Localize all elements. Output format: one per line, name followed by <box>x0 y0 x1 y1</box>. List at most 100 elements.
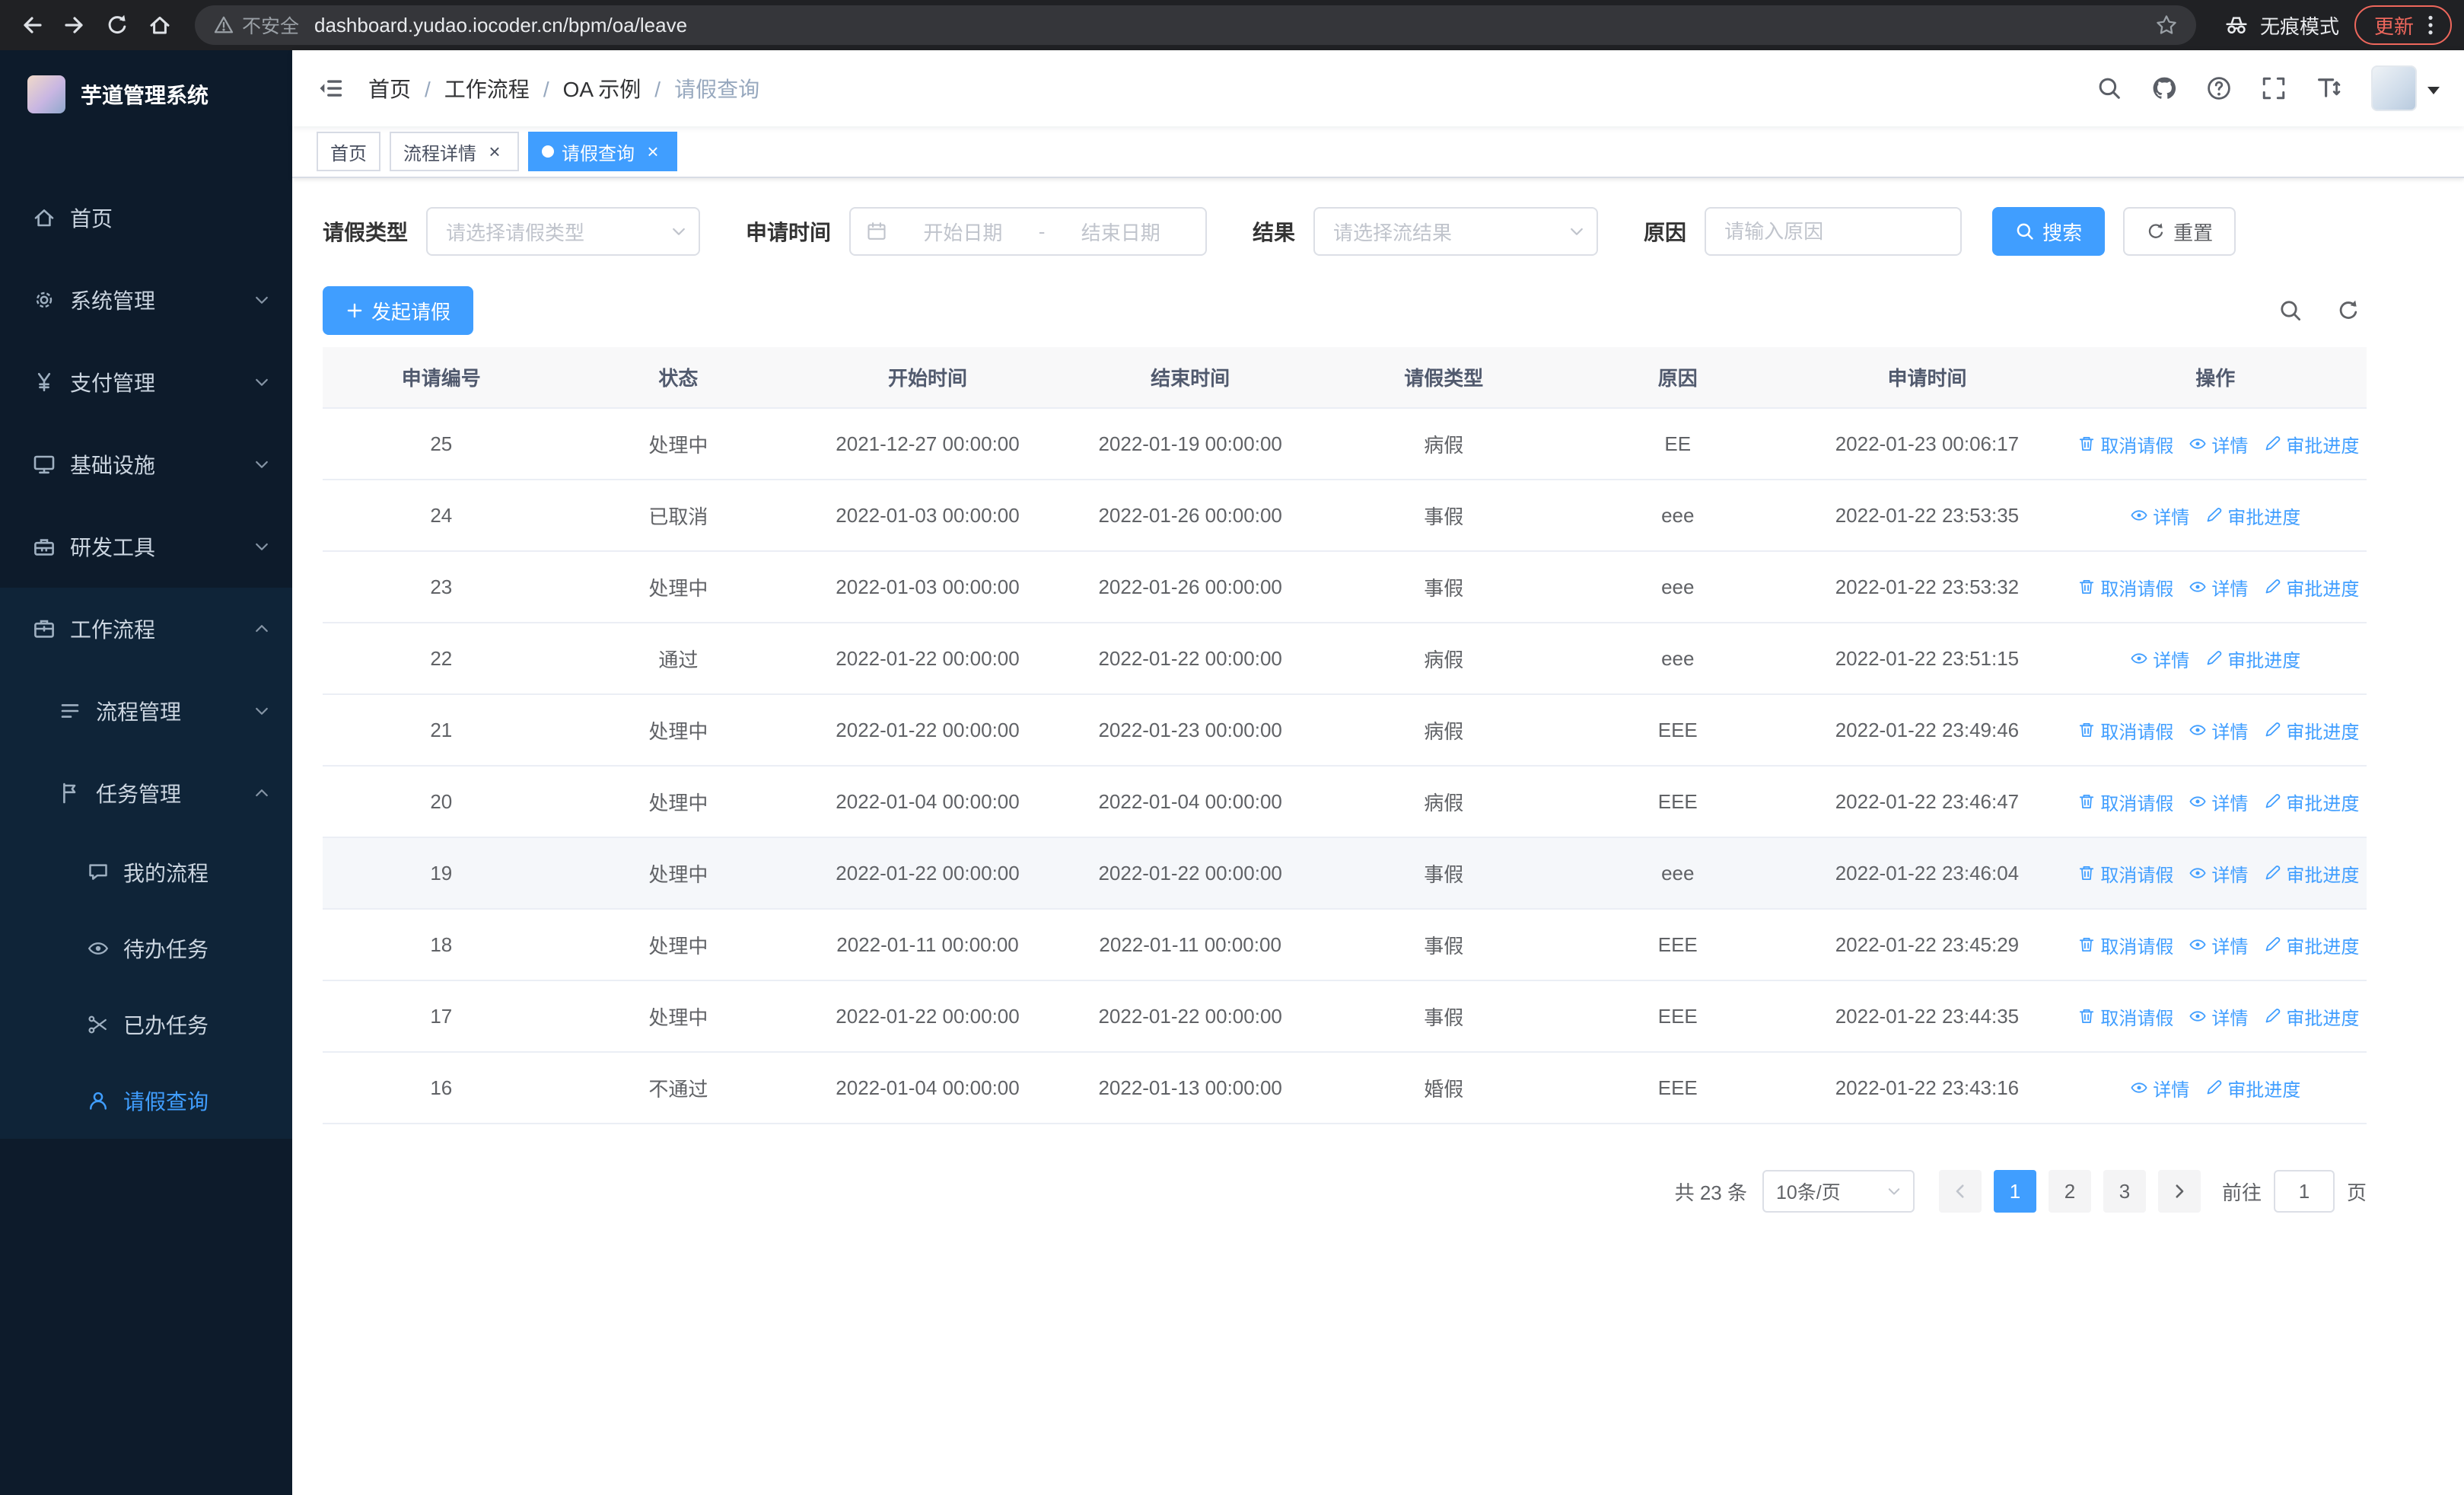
cell-apply-time: 2022-01-22 23:43:16 <box>1790 1052 2064 1124</box>
table-toolbar: 发起请假 <box>323 286 2367 335</box>
cancel-leave-action[interactable]: 取消请假 <box>2077 789 2173 815</box>
sidebar-item-dev-tools[interactable]: 研发工具 <box>0 505 292 588</box>
detail-action[interactable]: 详情 <box>2130 645 2189 672</box>
breadcrumb-workflow[interactable]: 工作流程 <box>411 73 530 104</box>
sidebar-item-done-tasks[interactable]: 已办任务 <box>0 987 292 1063</box>
prev-page-button[interactable] <box>1938 1170 1982 1213</box>
detail-action[interactable]: 详情 <box>2130 502 2189 529</box>
cancel-leave-action[interactable]: 取消请假 <box>2077 431 2173 457</box>
page-button-1[interactable]: 1 <box>1993 1170 2036 1213</box>
reset-button[interactable]: 重置 <box>2123 207 2236 256</box>
back-button[interactable] <box>12 5 52 45</box>
approval-progress-action[interactable]: 审批进度 <box>2205 1075 2300 1101</box>
leave-type-select[interactable]: 请选择请假类型 <box>426 207 701 256</box>
font-size-icon[interactable] <box>2304 64 2353 113</box>
sidebar-item-infrastructure[interactable]: 基础设施 <box>0 423 292 505</box>
detail-action[interactable]: 详情 <box>2189 431 2248 457</box>
edit-icon <box>2207 508 2222 522</box>
close-icon[interactable] <box>484 141 505 162</box>
sidebar-item-leave-query[interactable]: 请假查询 <box>0 1063 292 1139</box>
cancel-leave-action[interactable]: 取消请假 <box>2077 717 2173 744</box>
result-select[interactable]: 请选择流结果 <box>1313 207 1599 256</box>
breadcrumb-oa-example[interactable]: OA 示例 <box>530 73 641 104</box>
action-label: 详情 <box>2211 1008 2249 1029</box>
detail-action[interactable]: 详情 <box>2189 1003 2248 1030</box>
cancel-leave-action[interactable]: 取消请假 <box>2077 574 2173 601</box>
fullscreen-icon[interactable] <box>2249 64 2298 113</box>
table-search-icon[interactable] <box>2278 298 2303 323</box>
table-refresh-icon[interactable] <box>2336 298 2361 323</box>
create-leave-button[interactable]: 发起请假 <box>323 286 474 335</box>
sidebar-item-home[interactable]: 首页 <box>0 177 292 259</box>
page-button-2[interactable]: 2 <box>2048 1170 2091 1213</box>
active-dot <box>542 145 554 158</box>
detail-action[interactable]: 详情 <box>2189 717 2248 744</box>
cell-status: 处理中 <box>559 837 797 910</box>
detail-action[interactable]: 详情 <box>2189 789 2248 815</box>
detail-action[interactable]: 详情 <box>2189 860 2248 887</box>
url-bar[interactable]: 不安全 dashboard.yudao.iocoder.cn/bpm/oa/le… <box>195 5 2196 45</box>
page-button-3[interactable]: 3 <box>2103 1170 2146 1213</box>
tab-process-detail[interactable]: 流程详情 <box>390 132 519 171</box>
cell-end-time: 2022-01-11 00:00:00 <box>1058 909 1323 981</box>
action-label: 审批进度 <box>2286 1008 2360 1029</box>
sidebar-item-payment-mgmt[interactable]: 支付管理 <box>0 341 292 423</box>
approval-progress-action[interactable]: 审批进度 <box>2263 574 2359 601</box>
detail-action[interactable]: 详情 <box>2130 1075 2189 1101</box>
forward-button[interactable] <box>55 5 94 45</box>
cancel-leave-action[interactable]: 取消请假 <box>2077 932 2173 958</box>
sidebar-fold-button[interactable] <box>317 75 344 102</box>
page-size-select[interactable]: 10条/页 <box>1762 1170 1915 1213</box>
cell-apply-time: 2022-01-22 23:46:47 <box>1790 766 2064 838</box>
cell-id: 24 <box>323 480 560 552</box>
approval-progress-action[interactable]: 审批进度 <box>2205 502 2300 529</box>
approval-progress-action[interactable]: 审批进度 <box>2263 932 2359 958</box>
cell-id: 16 <box>323 1052 560 1124</box>
github-icon[interactable] <box>2140 64 2189 113</box>
close-icon[interactable] <box>642 141 664 162</box>
approval-progress-action[interactable]: 审批进度 <box>2263 1003 2359 1030</box>
cell-id: 22 <box>323 623 560 695</box>
home-button[interactable] <box>140 5 180 45</box>
sidebar-item-my-process[interactable]: 我的流程 <box>0 834 292 910</box>
reason-input[interactable] <box>1705 207 1963 256</box>
security-warning: 不安全 <box>213 11 299 39</box>
cancel-leave-action[interactable]: 取消请假 <box>2077 860 2173 887</box>
user-avatar[interactable] <box>2371 65 2440 111</box>
apply-time-range-picker[interactable]: 开始日期 - 结束日期 <box>849 207 1208 256</box>
help-icon[interactable] <box>2195 64 2243 113</box>
search-icon[interactable] <box>2085 64 2134 113</box>
detail-action[interactable]: 详情 <box>2189 932 2248 958</box>
approval-progress-action[interactable]: 审批进度 <box>2263 789 2359 815</box>
reload-button[interactable] <box>97 5 137 45</box>
sidebar-item-workflow[interactable]: 工作流程 <box>0 588 292 670</box>
approval-progress-action[interactable]: 审批进度 <box>2205 645 2300 672</box>
eye-icon <box>87 937 110 960</box>
detail-action[interactable]: 详情 <box>2189 574 2248 601</box>
update-button[interactable]: 更新 <box>2354 5 2452 45</box>
sidebar-item-task-mgmt[interactable]: 任务管理 <box>0 752 292 834</box>
next-page-button[interactable] <box>2157 1170 2201 1213</box>
tab-leave-query[interactable]: 请假查询 <box>528 132 677 171</box>
menu-dots-icon[interactable] <box>2418 13 2443 37</box>
sidebar-item-todo-tasks[interactable]: 待办任务 <box>0 910 292 987</box>
cell-actions: 取消请假 详情 审批进度 <box>2064 980 2367 1053</box>
cancel-leave-action[interactable]: 取消请假 <box>2077 1003 2173 1030</box>
cell-leave-type: 病假 <box>1322 623 1566 695</box>
goto-page-input[interactable] <box>2273 1170 2335 1213</box>
approval-progress-action[interactable]: 审批进度 <box>2263 717 2359 744</box>
monitor-icon <box>32 452 56 477</box>
edit-icon <box>2207 1080 2222 1095</box>
view-icon <box>2189 438 2207 449</box>
tab-home[interactable]: 首页 <box>317 132 380 171</box>
breadcrumb-home[interactable]: 首页 <box>368 73 411 104</box>
search-button[interactable]: 搜索 <box>1992 207 2106 256</box>
sidebar-item-process-mgmt[interactable]: 流程管理 <box>0 670 292 752</box>
approval-progress-action[interactable]: 审批进度 <box>2263 431 2359 457</box>
approval-progress-action[interactable]: 审批进度 <box>2263 860 2359 887</box>
sidebar-item-system-mgmt[interactable]: 系统管理 <box>0 259 292 341</box>
cell-actions: 取消请假 详情 审批进度 <box>2064 694 2367 767</box>
bookmark-star-icon[interactable] <box>2155 14 2178 37</box>
cell-end-time: 2022-01-22 00:00:00 <box>1058 623 1323 695</box>
pagination: 共 23 条 10条/页 1 2 3 前往 页 <box>323 1170 2367 1213</box>
